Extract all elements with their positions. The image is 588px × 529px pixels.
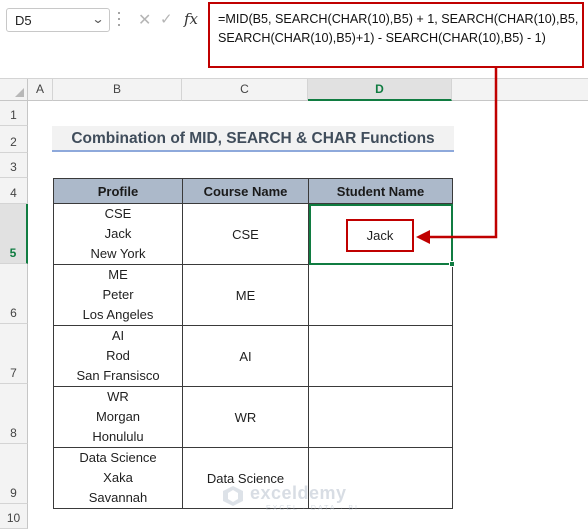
profile-cell[interactable]: Data Science Xaka Savannah bbox=[53, 447, 183, 509]
course-cell[interactable]: WR bbox=[182, 386, 309, 448]
fill-handle[interactable] bbox=[449, 261, 455, 267]
exceldemy-logo-icon bbox=[223, 486, 243, 506]
student-cell[interactable] bbox=[308, 386, 453, 448]
header-course-name[interactable]: Course Name bbox=[182, 178, 309, 204]
profile-line: AI bbox=[111, 328, 125, 343]
row-header-7[interactable]: 7 bbox=[0, 324, 28, 384]
row-header-6[interactable]: 6 bbox=[0, 264, 28, 324]
formula-bar-area: D5 ⌄ ✕ ✓ fx =MID(B5, SEARCH(CHAR(10),B5)… bbox=[0, 0, 588, 78]
chevron-down-icon[interactable]: ⌄ bbox=[91, 12, 104, 26]
student-cell[interactable] bbox=[308, 264, 453, 326]
row-header-1[interactable]: 1 bbox=[0, 101, 28, 126]
formula-buttons: ✕ ✓ fx bbox=[128, 8, 204, 32]
watermark-tagline: EXCEL · DATA · BI bbox=[266, 505, 359, 512]
insert-function-button[interactable]: fx bbox=[184, 10, 198, 28]
profile-line: Morgan bbox=[95, 409, 141, 424]
profile-line: Jack bbox=[104, 226, 132, 241]
column-header-e[interactable] bbox=[452, 79, 588, 101]
name-box-value: D5 bbox=[15, 13, 32, 28]
row-header-8[interactable]: 8 bbox=[0, 384, 28, 444]
profile-line: ME bbox=[108, 267, 128, 282]
column-header-a[interactable]: A bbox=[28, 79, 53, 101]
cancel-icon[interactable]: ✕ bbox=[138, 10, 151, 30]
table-header-row: Profile Course Name Student Name bbox=[53, 178, 453, 204]
profile-line: WR bbox=[107, 389, 129, 404]
table-row: AI Rod San Fransisco AI bbox=[53, 325, 453, 387]
formula-text: =MID(B5, SEARCH(CHAR(10),B5) + 1, SEARCH… bbox=[218, 12, 579, 45]
profile-line: Honululu bbox=[92, 429, 144, 444]
profile-line: New York bbox=[90, 246, 146, 261]
select-all-button[interactable] bbox=[0, 79, 28, 101]
watermark: exceldemy EXCEL · DATA · BI bbox=[222, 481, 382, 521]
row-header-2[interactable]: 2 bbox=[0, 126, 28, 153]
table-row: ME Peter Los Angeles ME bbox=[53, 264, 453, 326]
profile-line: San Fransisco bbox=[76, 368, 160, 383]
profile-line: Peter bbox=[102, 287, 134, 302]
formula-input[interactable]: =MID(B5, SEARCH(CHAR(10),B5) + 1, SEARCH… bbox=[208, 2, 584, 68]
course-cell[interactable]: ME bbox=[182, 264, 309, 326]
profile-line: Los Angeles bbox=[82, 307, 154, 322]
column-header-d[interactable]: D bbox=[308, 79, 452, 101]
row-header-4[interactable]: 4 bbox=[0, 178, 28, 204]
header-student-name[interactable]: Student Name bbox=[308, 178, 453, 204]
column-header-b[interactable]: B bbox=[53, 79, 182, 101]
row-header-5[interactable]: 5 bbox=[0, 204, 28, 264]
watermark-name: exceldemy bbox=[250, 483, 347, 503]
table-row: WR Morgan Honululu WR bbox=[53, 386, 453, 448]
result-callout: Jack bbox=[346, 219, 414, 252]
profile-cell[interactable]: CSE Jack New York bbox=[53, 203, 183, 265]
row-header-10[interactable]: 10 bbox=[0, 504, 28, 529]
row-header-9[interactable]: 9 bbox=[0, 444, 28, 504]
student-cell[interactable] bbox=[308, 325, 453, 387]
course-cell[interactable]: CSE bbox=[182, 203, 309, 265]
name-box[interactable]: D5 ⌄ bbox=[6, 8, 110, 32]
profile-cell[interactable]: ME Peter Los Angeles bbox=[53, 264, 183, 326]
more-options-icon[interactable] bbox=[117, 12, 121, 28]
course-cell[interactable]: AI bbox=[182, 325, 309, 387]
row-header-3[interactable]: 3 bbox=[0, 153, 28, 178]
profile-cell[interactable]: AI Rod San Fransisco bbox=[53, 325, 183, 387]
profile-line: Rod bbox=[106, 348, 130, 363]
profile-line: Xaka bbox=[103, 470, 133, 485]
profile-line: Data Science bbox=[79, 450, 157, 465]
header-profile[interactable]: Profile bbox=[53, 178, 183, 204]
enter-check-icon[interactable]: ✓ bbox=[160, 10, 173, 28]
column-header-c[interactable]: C bbox=[182, 79, 308, 101]
sheet-title: Combination of MID, SEARCH & CHAR Functi… bbox=[52, 126, 454, 152]
profile-line: Savannah bbox=[88, 490, 148, 505]
profile-cell[interactable]: WR Morgan Honululu bbox=[53, 386, 183, 448]
profile-line: CSE bbox=[104, 206, 132, 221]
